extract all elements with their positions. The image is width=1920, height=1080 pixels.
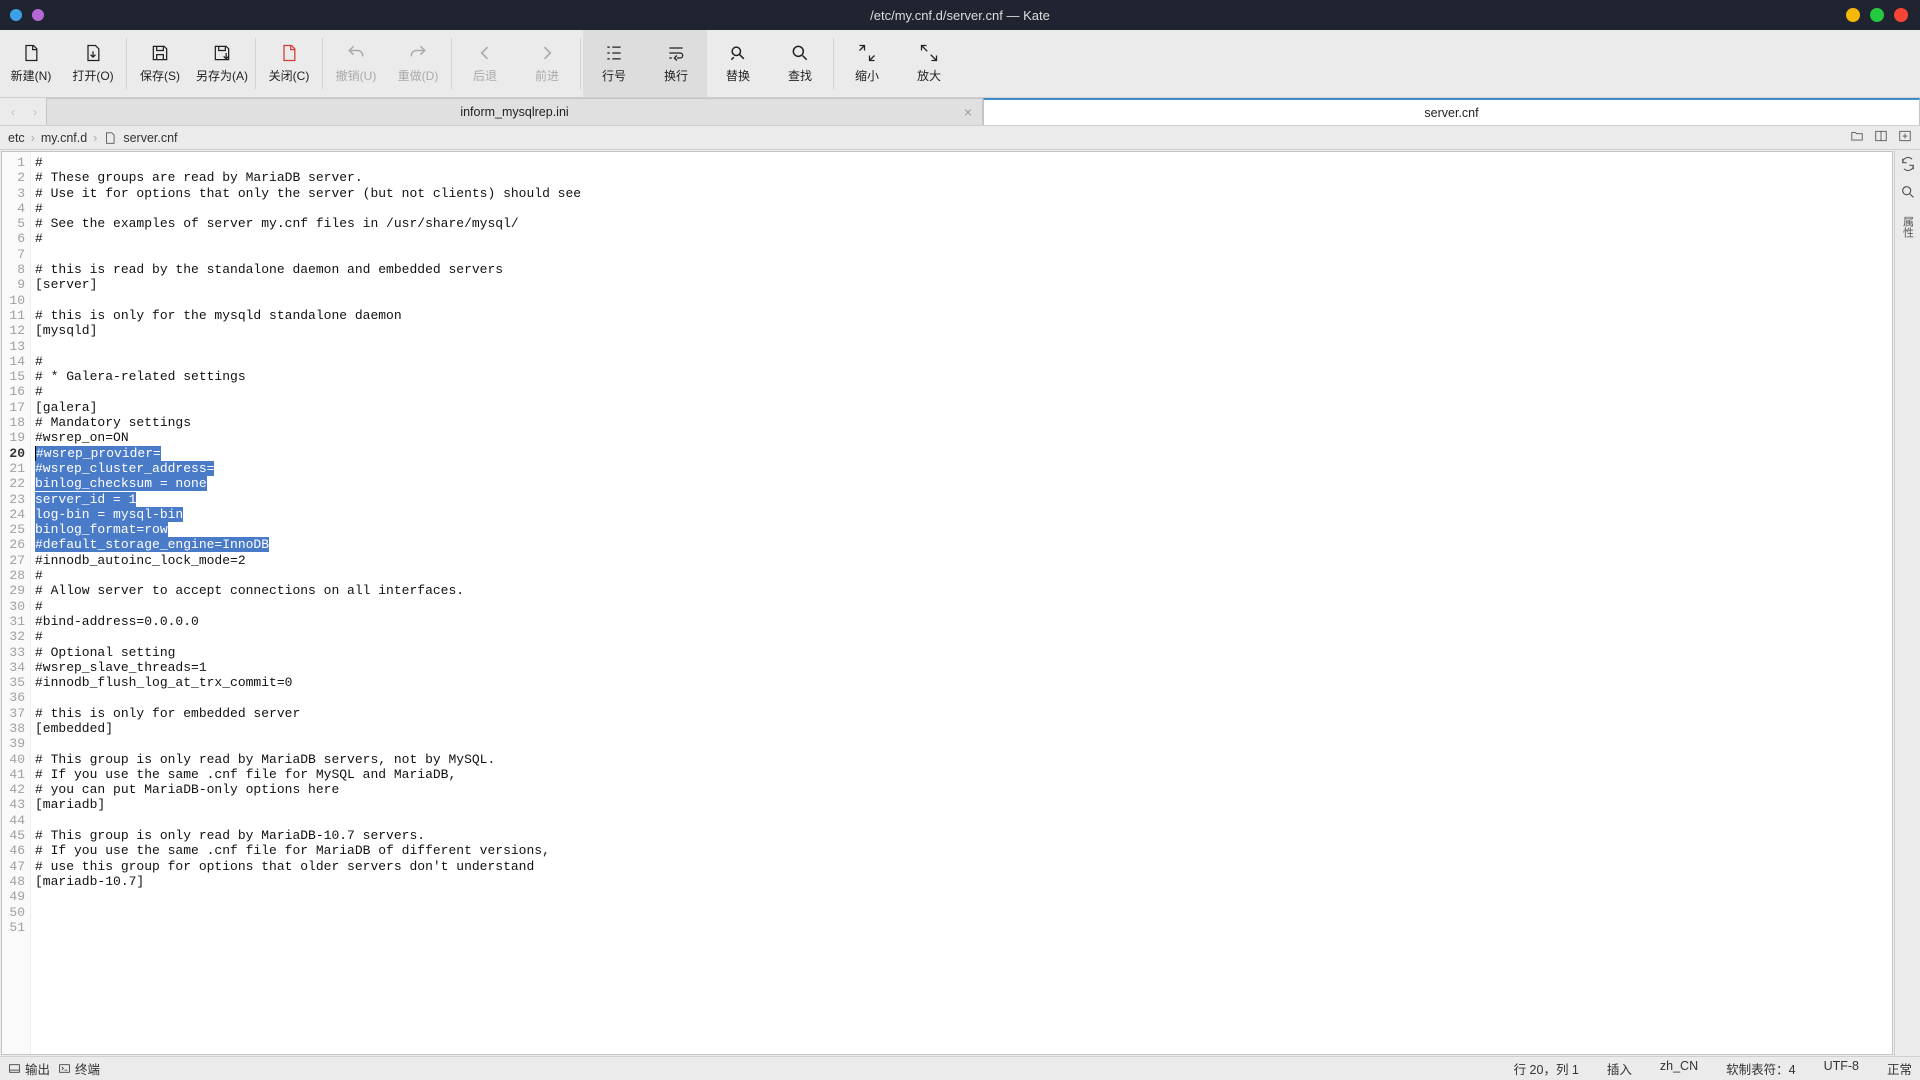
find-button[interactable]: 查找 <box>769 30 831 97</box>
undo-button[interactable]: 撤销(U) <box>325 30 387 97</box>
breadcrumb-item[interactable]: etc <box>8 131 25 145</box>
tabbar: ‹ › inform_mysqlrep.ini× server.cnf× <box>0 98 1920 126</box>
breadcrumb: etc › my.cnf.d › server.cnf <box>0 126 1920 150</box>
linenumber-button[interactable]: 行号 <box>583 30 645 97</box>
search-side-icon[interactable] <box>1900 184 1916 200</box>
replace-button[interactable]: 替换 <box>707 30 769 97</box>
open-button[interactable]: 打开(O) <box>62 30 124 97</box>
close-button[interactable]: 关闭(C) <box>258 30 320 97</box>
wrap-button[interactable]: 换行 <box>645 30 707 97</box>
titlebar-left-icons <box>0 9 44 21</box>
properties-label[interactable]: 属性 <box>1900 216 1916 238</box>
titlebar: /etc/my.cnf.d/server.cnf — Kate <box>0 0 1920 30</box>
insert-mode[interactable]: 插入 <box>1607 1059 1632 1078</box>
breadcrumb-item[interactable]: my.cnf.d <box>41 131 87 145</box>
app-icon-2 <box>32 9 44 21</box>
statusbar: 输出 终端 行 20，列 1 插入 zh_CN 软制表符：4 UTF-8 正常 <box>0 1056 1920 1080</box>
code-area[interactable]: ## These groups are read by MariaDB serv… <box>31 152 1892 1054</box>
output-panel-button[interactable]: 输出 <box>8 1059 50 1078</box>
main-area: 1234567891011121314151617181920212223242… <box>0 150 1920 1056</box>
shrink-button[interactable]: 缩小 <box>836 30 898 97</box>
right-sidebar: 属性 <box>1894 150 1920 1056</box>
tab-inform-mysqlrep[interactable]: inform_mysqlrep.ini× <box>46 98 983 125</box>
file-icon <box>103 130 117 145</box>
app-icon <box>10 9 22 21</box>
maximize-button[interactable] <box>1870 8 1884 22</box>
editor[interactable]: 1234567891011121314151617181920212223242… <box>1 151 1893 1055</box>
redo-button[interactable]: 重做(D) <box>387 30 449 97</box>
tab-next[interactable]: › <box>24 98 46 125</box>
split-view-icon[interactable] <box>1874 129 1888 146</box>
close-window-button[interactable] <box>1894 8 1908 22</box>
encoding[interactable]: UTF-8 <box>1824 1059 1859 1078</box>
sync-icon[interactable] <box>1900 156 1916 172</box>
terminal-panel-button[interactable]: 终端 <box>58 1059 100 1078</box>
forward-button[interactable]: 前进 <box>516 30 578 97</box>
toolbar: 新建(N) 打开(O) 保存(S) 另存为(A) 关闭(C) 撤销(U) 重做(… <box>0 30 1920 98</box>
open-file-icon[interactable] <box>1850 129 1864 146</box>
new-button[interactable]: 新建(N) <box>0 30 62 97</box>
tab-server-cnf[interactable]: server.cnf× <box>983 98 1920 125</box>
window-title: /etc/my.cnf.d/server.cnf — Kate <box>870 8 1050 23</box>
chevron-right-icon: › <box>31 131 35 145</box>
new-doc-icon[interactable] <box>1898 129 1912 146</box>
tab-prev[interactable]: ‹ <box>2 98 24 125</box>
minimize-button[interactable] <box>1846 8 1860 22</box>
back-button[interactable]: 后退 <box>454 30 516 97</box>
locale[interactable]: zh_CN <box>1660 1059 1698 1078</box>
enlarge-button[interactable]: 放大 <box>898 30 960 97</box>
breadcrumb-file[interactable]: server.cnf <box>123 131 177 145</box>
window-controls <box>1846 8 1920 22</box>
save-button[interactable]: 保存(S) <box>129 30 191 97</box>
file-state[interactable]: 正常 <box>1887 1059 1912 1078</box>
tab-setting[interactable]: 软制表符：4 <box>1726 1059 1795 1078</box>
close-tab-icon[interactable]: × <box>964 104 972 120</box>
saveas-button[interactable]: 另存为(A) <box>191 30 253 97</box>
cursor-position[interactable]: 行 20，列 1 <box>1514 1059 1579 1078</box>
gutter: 1234567891011121314151617181920212223242… <box>2 152 31 1054</box>
chevron-right-icon: › <box>93 131 97 145</box>
